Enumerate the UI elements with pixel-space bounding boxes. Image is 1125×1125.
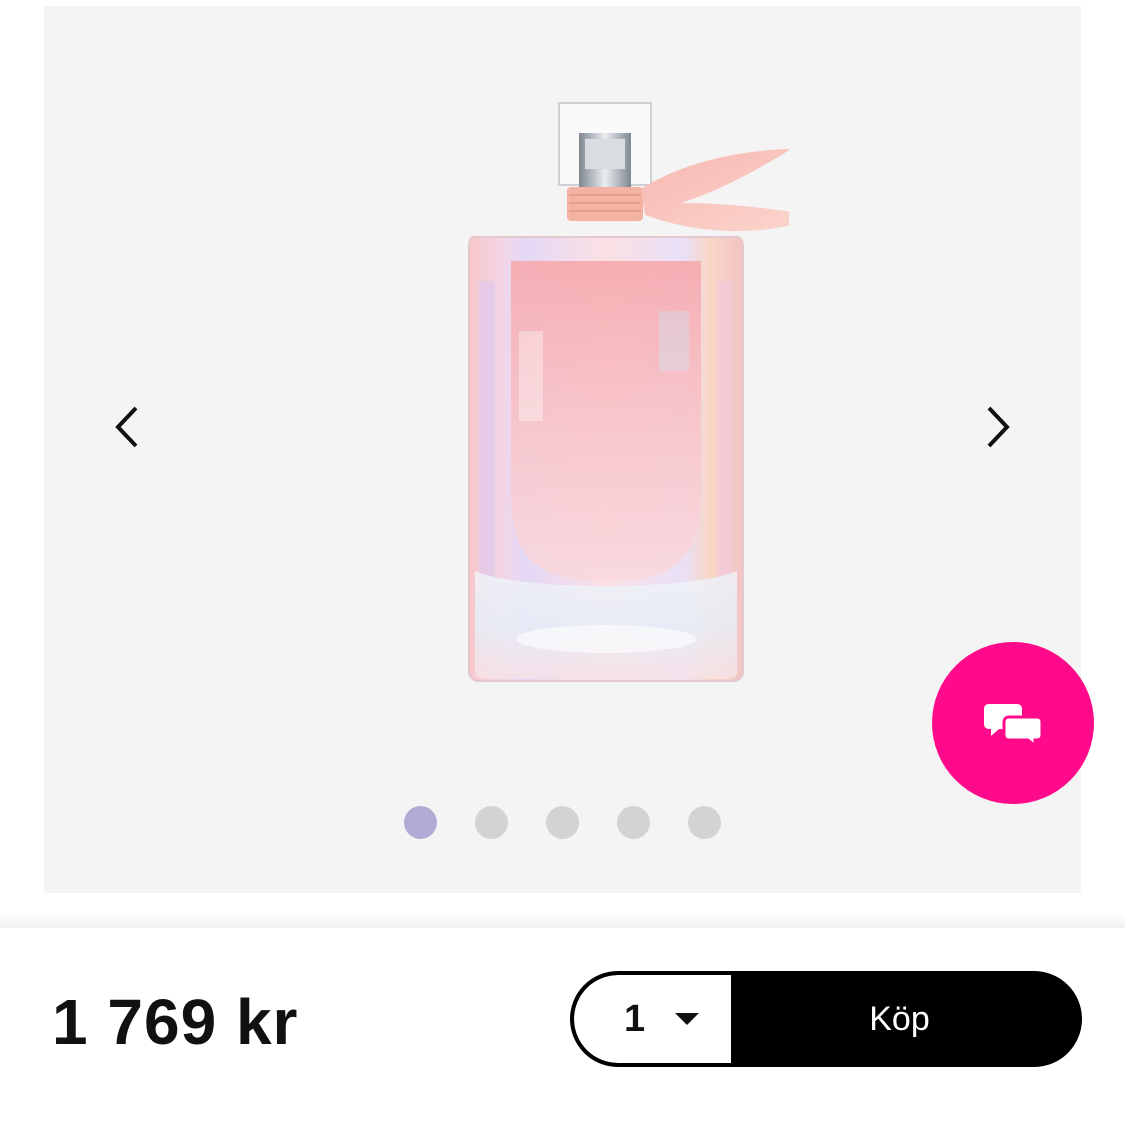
quantity-select[interactable]: 1: [574, 975, 731, 1063]
image-pagination-dots: [404, 806, 721, 839]
pagination-dot-5[interactable]: [688, 806, 721, 839]
chevron-left-icon: [115, 406, 138, 448]
section-divider: [0, 912, 1125, 928]
pagination-dot-3[interactable]: [546, 806, 579, 839]
product-image: [468, 102, 789, 682]
purchase-control: 1 Köp: [570, 971, 1082, 1067]
chat-button[interactable]: [932, 642, 1094, 804]
product-price: 1 769 kr: [52, 986, 299, 1058]
next-image-button[interactable]: [979, 401, 1019, 453]
caret-down-icon: [675, 1013, 699, 1025]
pagination-dot-1[interactable]: [404, 806, 437, 839]
pagination-dot-2[interactable]: [475, 806, 508, 839]
previous-image-button[interactable]: [106, 401, 146, 453]
chat-bubbles-icon: [984, 704, 1043, 746]
buy-button[interactable]: Köp: [731, 975, 1078, 1063]
product-image-gallery: [44, 6, 1081, 893]
chevron-right-icon: [987, 406, 1010, 448]
quantity-value: 1: [624, 997, 646, 1040]
product-page: 1 769 kr 1 Köp: [0, 0, 1125, 1125]
pagination-dot-4[interactable]: [617, 806, 650, 839]
